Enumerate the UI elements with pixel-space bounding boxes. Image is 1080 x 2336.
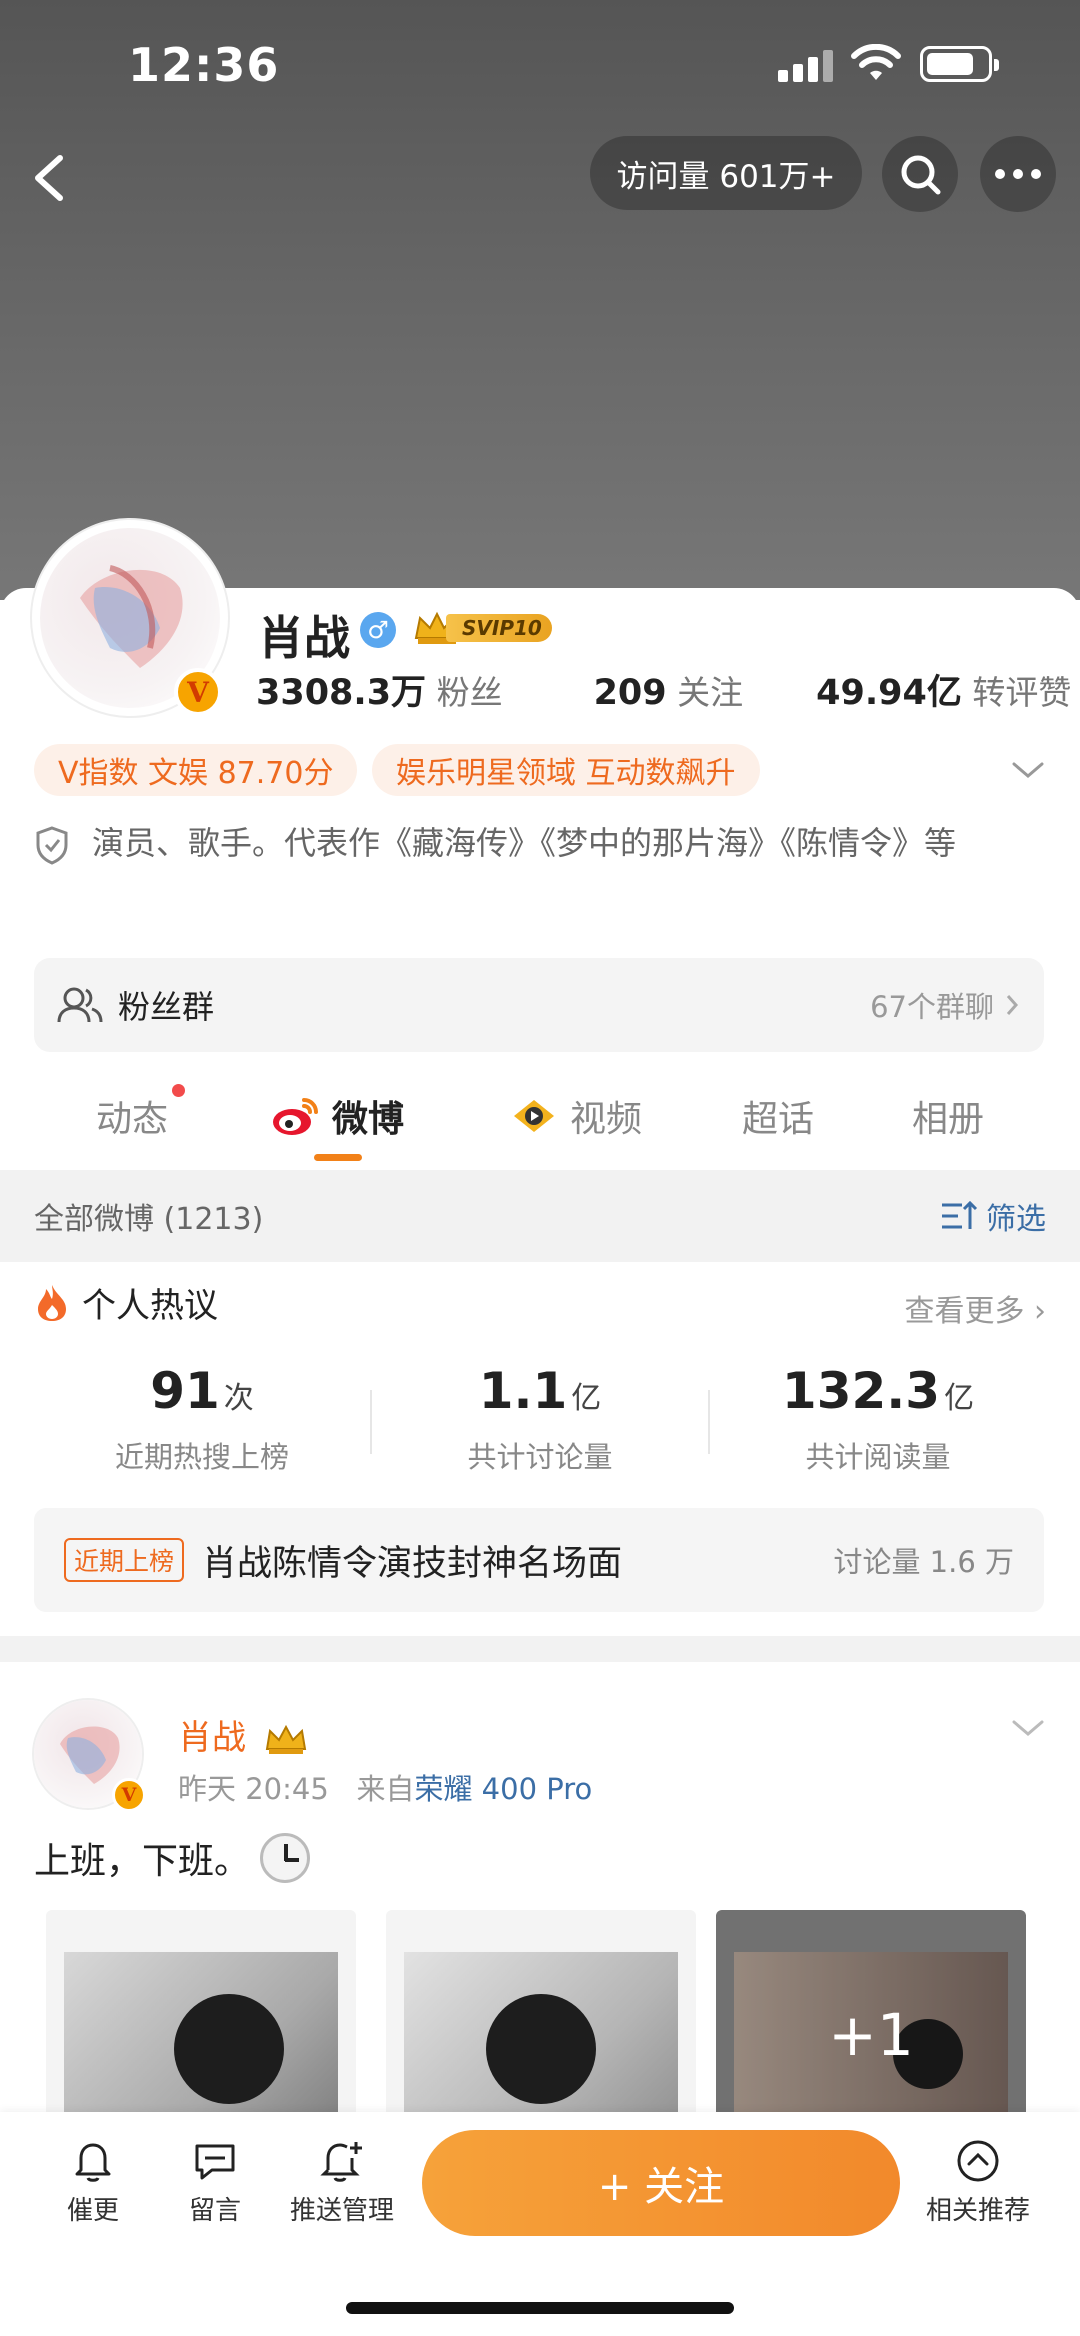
filter-icon [942,1200,978,1229]
bell-plus-icon [320,2142,362,2182]
more-dots-icon [995,169,1041,179]
visit-count-pill[interactable]: 访问量 601万+ [590,136,862,210]
video-icon [514,1100,554,1132]
v-index-tag[interactable]: V指数 文娱 87.70分 [34,744,358,796]
profile-bio: 演员、歌手。代表作《藏海传》《梦中的那片海》《陈情令》等 [34,814,1024,872]
weibo-logo-icon [273,1098,318,1135]
post-device-link[interactable]: 荣耀 400 Pro [414,1772,592,1806]
fan-group-label: 粉丝群 [118,988,215,1026]
chevron-right-icon [1006,995,1019,1015]
search-button[interactable] [882,136,958,212]
shield-icon [36,826,68,865]
tab-dynamic[interactable]: 动态 [96,1090,168,1142]
fan-group-count: 67个群聊 [870,990,994,1024]
bio-text: 演员、歌手。代表作《藏海传》《梦中的那片海》《陈情令》等 [92,824,957,862]
active-tab-indicator [314,1154,362,1161]
post-meta: 昨天 20:45 来自荣耀 400 Pro [178,1772,593,1806]
likes-stat[interactable]: 49.94亿 转评赞 [816,673,1071,713]
metric-discussion: 1.1 亿 共计讨论量 [467,1362,613,1474]
verified-badge-icon: V [174,668,222,716]
home-indicator [346,2302,734,2314]
status-bar: 12:36 [0,0,1080,130]
notification-dot [172,1084,185,1097]
fans-stat[interactable]: 3308.3万 粉丝 [256,673,503,713]
profile-avatar[interactable]: V [32,520,228,716]
chevron-down-icon[interactable] [1010,758,1046,782]
domain-tag[interactable]: 娱乐明星领域 互动数飙升 [372,744,760,796]
signal-icon [778,50,834,82]
battery-icon [920,46,999,82]
tab-album[interactable]: 相册 [912,1090,984,1142]
group-icon [57,987,103,1023]
push-settings-button[interactable]: 推送管理 [282,2138,402,2227]
profile-name: 肖战 [258,611,350,665]
trending-topic-row[interactable]: 近期上榜 肖战陈情令演技封神名场面 讨论量 1.6 万 [34,1508,1044,1612]
recent-trending-badge: 近期上榜 [64,1538,185,1582]
fire-icon [38,1284,66,1321]
filter-button[interactable]: 筛选 [940,1194,1046,1238]
all-weibo-count[interactable]: 全部微博 (1213) [34,1194,263,1238]
metric-reads: 132.3 亿 共计阅读量 [781,1362,975,1474]
profile-tabs: 动态 微博 视频 超话 相册 [0,1084,1080,1170]
view-more-link[interactable]: 查看更多 › [904,1286,1046,1330]
bell-icon [75,2143,111,2182]
section-separator [0,1636,1080,1662]
post-text: 上班，下班。 [34,1832,311,1884]
tab-super-topic[interactable]: 超话 [742,1090,814,1142]
divider [370,1390,372,1454]
chevron-up-circle-icon [957,2140,999,2182]
gender-male-icon: ♂ [360,612,396,648]
remind-update-button[interactable]: 催更 [38,2138,148,2227]
profile-stats: 3308.3万 粉丝 209 关注 49.94亿 转评赞 [256,664,1071,715]
following-stat[interactable]: 209 关注 [594,673,744,713]
svip-label: SVIP10 [446,614,552,642]
hot-discussion-title: 个人热议 [34,1278,218,1327]
trending-topic: 肖战陈情令演技封神名场面 [202,1543,623,1584]
trending-discussion-count: 讨论量 1.6 万 [833,1545,1014,1579]
message-button[interactable]: 留言 [160,2138,270,2227]
message-icon [195,2144,235,2180]
chevron-left-icon [35,155,63,201]
divider [708,1390,710,1454]
post-author-avatar[interactable]: V [34,1700,146,1812]
status-time: 12:36 [128,38,280,92]
fan-group-row[interactable]: 粉丝群 67个群聊 [34,958,1044,1052]
wifi-icon [851,44,901,80]
crown-icon [265,1724,306,1754]
verified-badge-icon: V [112,1778,146,1812]
svip-badge[interactable]: SVIP10 [412,608,552,648]
more-button[interactable] [980,136,1056,212]
search-icon [901,155,941,195]
related-recommend-button[interactable]: 相关推荐 [918,2138,1038,2227]
filter-bar: 全部微博 (1213) 筛选 [0,1170,1080,1262]
clock-emoji-icon [260,1833,311,1883]
follow-button[interactable]: + 关注 [422,2130,900,2236]
back-button[interactable] [22,140,82,210]
metric-hot-search: 91 次 近期热搜上榜 [114,1362,289,1474]
tab-weibo[interactable]: 微博 [270,1090,404,1142]
post-author-name[interactable]: 肖战 [178,1710,309,1759]
post-options-chevron-icon[interactable] [1010,1716,1046,1740]
tab-video[interactable]: 视频 [510,1090,642,1142]
